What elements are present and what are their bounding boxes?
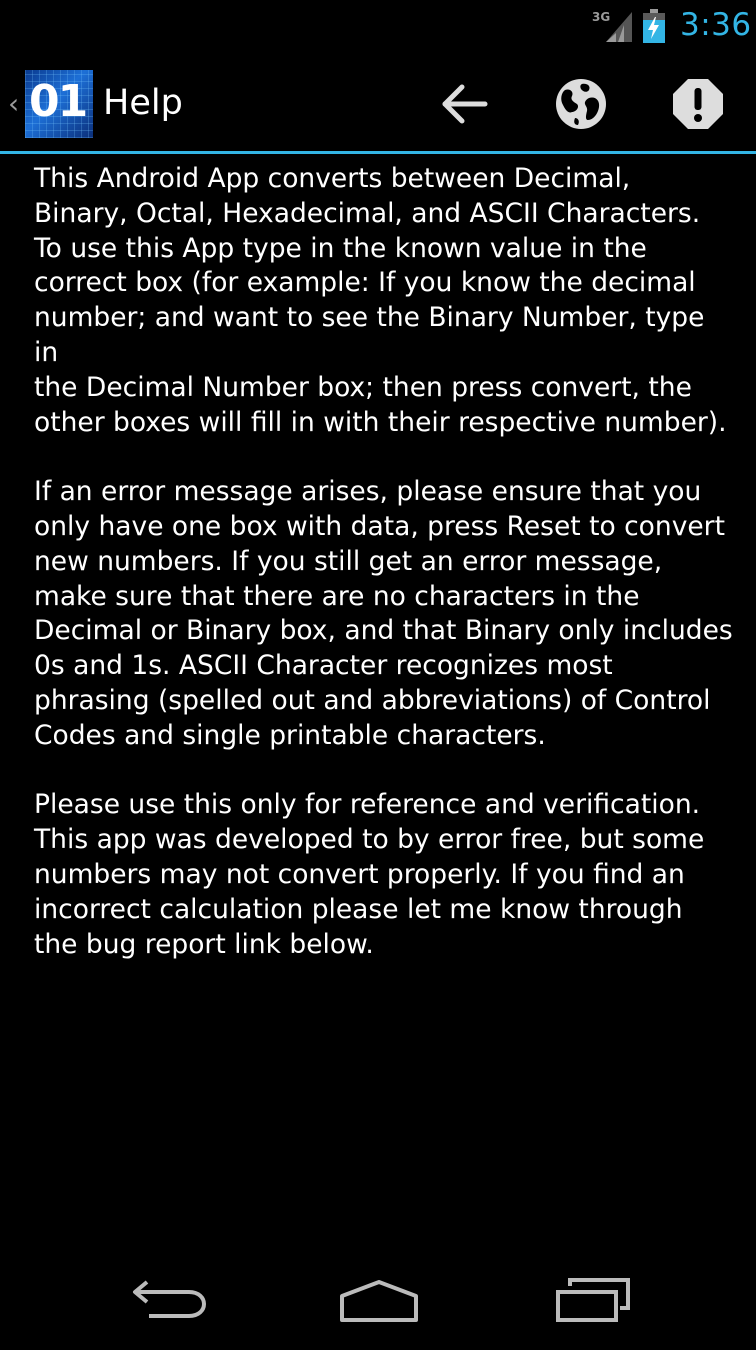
status-bar: 3G 3:36	[0, 0, 756, 54]
clock: 3:36	[680, 7, 752, 43]
help-paragraph: If an error message arises, please ensur…	[34, 476, 733, 751]
help-paragraph: Please use this only for reference and v…	[34, 789, 705, 960]
network-type-label: 3G	[592, 10, 610, 24]
help-paragraph: This Android App converts between Decima…	[34, 163, 727, 438]
navigation-bar	[0, 1254, 756, 1350]
battery-charging-icon	[643, 9, 665, 43]
home-icon[interactable]	[334, 1276, 424, 1328]
app-icon[interactable]: 01	[25, 70, 93, 138]
globe-icon[interactable]	[553, 76, 609, 132]
back-icon[interactable]	[125, 1276, 215, 1328]
action-bar-divider	[0, 151, 756, 154]
up-caret-icon[interactable]: ‹	[8, 87, 19, 120]
help-text: This Android App converts between Decima…	[34, 162, 734, 997]
signal-3g-icon: 3G	[592, 10, 632, 42]
arrow-left-icon[interactable]	[435, 76, 491, 132]
app-icon-text: 01	[29, 76, 88, 127]
page-title: Help	[103, 83, 183, 123]
recent-apps-icon[interactable]	[548, 1276, 638, 1328]
alert-icon[interactable]	[670, 76, 726, 132]
action-bar: ‹ 01 Help	[0, 54, 756, 151]
